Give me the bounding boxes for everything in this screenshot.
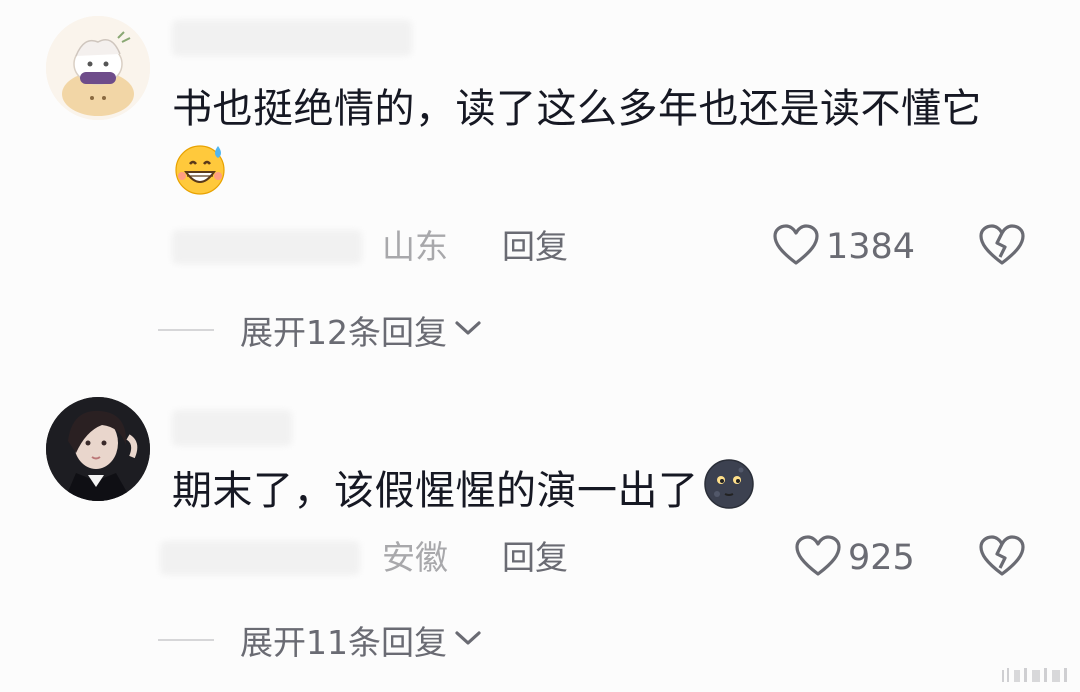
blurred-timestamp: [172, 230, 362, 264]
location-label: 安徽: [382, 538, 448, 577]
heart-outline-icon: [794, 534, 842, 582]
broken-heart-icon: [978, 534, 1026, 582]
comment-meta: 山东 回复 1384: [0, 222, 1080, 272]
divider-line: [158, 329, 214, 331]
chevron-down-icon: [453, 628, 483, 652]
comment-meta: 安徽 回复 925: [0, 533, 1080, 583]
broken-heart-icon: [978, 223, 1026, 271]
chevron-down-icon: [453, 318, 483, 342]
reply-button[interactable]: 回复: [502, 222, 568, 272]
dislike-button[interactable]: [978, 222, 1026, 272]
expand-replies-button[interactable]: 展开11条回复: [158, 615, 483, 665]
reply-button[interactable]: 回复: [502, 533, 568, 583]
blurred-username: [172, 410, 292, 446]
comment-text: 书也挺绝情的，读了这么多年也还是读不懂它: [172, 78, 1042, 214]
expand-replies-label: 展开11条回复: [240, 623, 447, 662]
like-count: 1384: [826, 227, 916, 267]
avatar[interactable]: [46, 397, 150, 501]
location-label: 山东: [382, 227, 448, 266]
comment-text: 期末了，该假惺惺的演一出了: [172, 458, 1042, 528]
watermark: [1002, 666, 1072, 684]
comment-text-content: 期末了，该假惺惺的演一出了: [172, 468, 699, 514]
like-button[interactable]: 925: [794, 533, 915, 583]
expand-replies-button[interactable]: 展开12条回复: [158, 305, 483, 355]
blurred-username: [172, 20, 412, 56]
grinning-sweat-emoji-icon: [172, 140, 228, 214]
heart-outline-icon: [772, 223, 820, 271]
expand-replies-label: 展开12条回复: [240, 313, 447, 352]
divider-line: [158, 639, 214, 641]
new-moon-face-emoji-icon: [703, 458, 755, 528]
avatar[interactable]: [46, 16, 150, 120]
like-count: 925: [848, 538, 915, 578]
comment-text-content: 书也挺绝情的，读了这么多年也还是读不懂它: [172, 86, 982, 132]
blurred-timestamp: [160, 541, 360, 575]
dislike-button[interactable]: [978, 533, 1026, 583]
like-button[interactable]: 1384: [772, 222, 915, 272]
